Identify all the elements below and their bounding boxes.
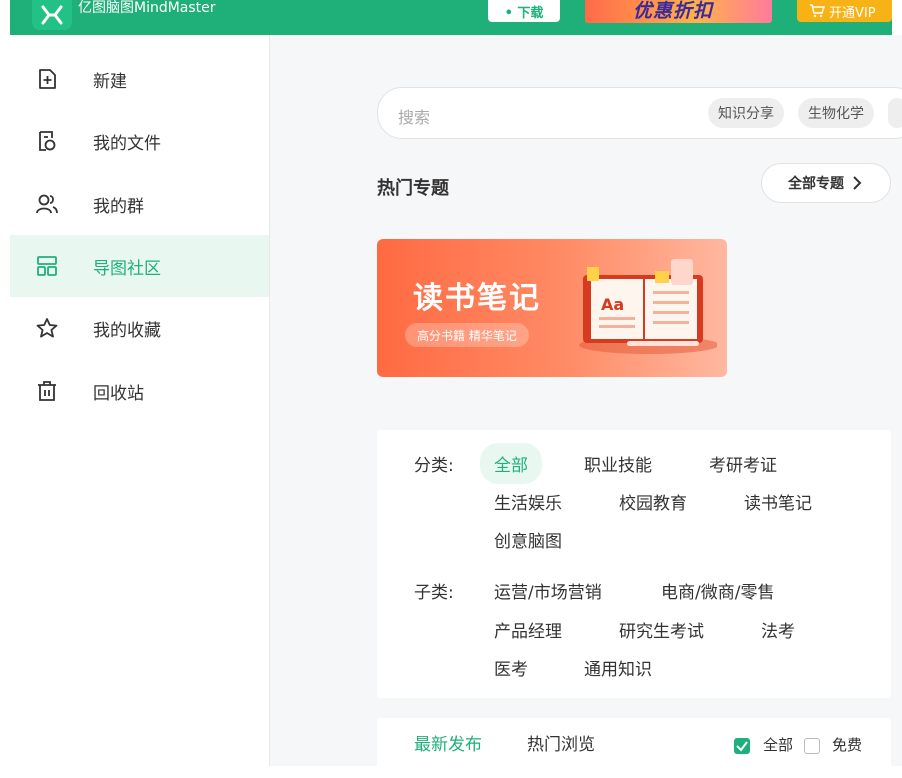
app-logo (32, 0, 72, 30)
vip-button[interactable]: 开通VIP (797, 0, 892, 22)
group-icon (35, 192, 59, 216)
search-bar[interactable]: 搜索 知识分享 生物化学 (377, 87, 902, 139)
category-item[interactable]: 读书笔记 (744, 489, 812, 514)
banner-title: 读书笔记 (413, 281, 541, 316)
sidebar-item-label: 导图社区 (93, 258, 161, 279)
subcategory-item[interactable]: 法考 (761, 617, 795, 642)
subcategory-label: 子类: (414, 583, 454, 603)
subcategory-item[interactable]: 研究生考试 (619, 617, 704, 642)
filter-free-label: 免费 (832, 736, 863, 754)
hot-topics-title: 热门专题 (377, 178, 449, 199)
banner-subtitle: 高分书籍 精华笔记 (405, 323, 529, 347)
sidebar-item-community[interactable]: 导图社区 (10, 235, 269, 297)
filter-free-checkbox[interactable] (804, 738, 820, 754)
sidebar-item-my-files[interactable]: 我的文件 (10, 110, 269, 172)
main-content: 搜索 知识分享 生物化学 热门专题 全部专题 读书笔记 高分书籍 精华笔记 Aa (270, 35, 902, 778)
sidebar-item-label: 新建 (93, 71, 127, 92)
category-label: 分类: (414, 456, 454, 476)
search-tag[interactable]: 知识分享 (708, 98, 784, 128)
subcategory-item[interactable]: 医考 (494, 655, 528, 680)
promo-banner[interactable]: 优惠折扣 (585, 0, 772, 23)
sidebar-item-favorites[interactable]: 我的收藏 (10, 297, 269, 359)
category-item[interactable]: 生活娱乐 (494, 489, 562, 514)
subcategory-item[interactable]: 产品经理 (494, 617, 562, 642)
community-icon (35, 254, 59, 278)
list-panel: 最新发布 热门浏览 全部 免费 (377, 718, 891, 778)
vip-label: 开通VIP (829, 5, 876, 21)
new-file-icon (35, 67, 59, 91)
category-item[interactable]: 创意脑图 (494, 527, 562, 552)
category-all[interactable]: 全部 (480, 443, 542, 484)
mindmaster-logo-icon (41, 5, 63, 25)
tab-popular[interactable]: 热门浏览 (527, 730, 595, 755)
promo-text: 优惠折扣 (633, 0, 714, 22)
category-item[interactable]: 校园教育 (619, 489, 687, 514)
category-item[interactable]: 职业技能 (584, 451, 652, 476)
sidebar-item-label: 回收站 (93, 383, 144, 404)
download-button[interactable]: • 下载 (488, 0, 560, 22)
sidebar: 新建 我的文件 我的群 导图社区 我的收藏 回收站 (10, 35, 270, 766)
my-files-icon (35, 129, 59, 153)
all-topics-button[interactable]: 全部专题 (761, 163, 891, 203)
top-bar: 亿图脑图MindMaster • 下载 优惠折扣 开通VIP (10, 0, 892, 35)
filter-all-checkbox[interactable] (734, 738, 750, 754)
search-input[interactable]: 搜索 (398, 104, 430, 128)
sidebar-item-label: 我的群 (93, 196, 144, 217)
star-icon (35, 316, 59, 340)
tab-latest[interactable]: 最新发布 (414, 730, 482, 755)
search-tag-partial[interactable] (888, 98, 902, 128)
sidebar-item-label: 我的收藏 (93, 320, 161, 341)
search-tag[interactable]: 生物化学 (798, 98, 874, 128)
filter-panel: 分类: 全部 职业技能 考研考证 生活娱乐 校园教育 读书笔记 创意脑图 子类:… (377, 430, 891, 698)
subcategory-item[interactable]: 通用知识 (584, 655, 652, 680)
trash-icon (35, 379, 59, 403)
check-icon (736, 741, 748, 752)
cart-icon (810, 4, 825, 18)
sidebar-item-label: 我的文件 (93, 133, 161, 154)
topic-banner-reading-notes[interactable]: 读书笔记 高分书籍 精华笔记 Aa (377, 239, 727, 377)
all-topics-label: 全部专题 (788, 176, 844, 192)
open-book-illustration-icon: Aa (579, 259, 717, 354)
sidebar-item-new[interactable]: 新建 (10, 48, 269, 110)
category-item[interactable]: 考研考证 (709, 451, 777, 476)
app-title: 亿图脑图MindMaster (78, 0, 216, 16)
chevron-right-icon (853, 176, 862, 190)
subcategory-item[interactable]: 电商/微商/零售 (661, 578, 774, 603)
subcategory-item[interactable]: 运营/市场营销 (494, 578, 602, 603)
filter-all-label: 全部 (763, 736, 794, 754)
book-text: Aa (601, 295, 624, 314)
sidebar-item-trash[interactable]: 回收站 (10, 360, 269, 422)
sidebar-item-my-groups[interactable]: 我的群 (10, 173, 269, 235)
